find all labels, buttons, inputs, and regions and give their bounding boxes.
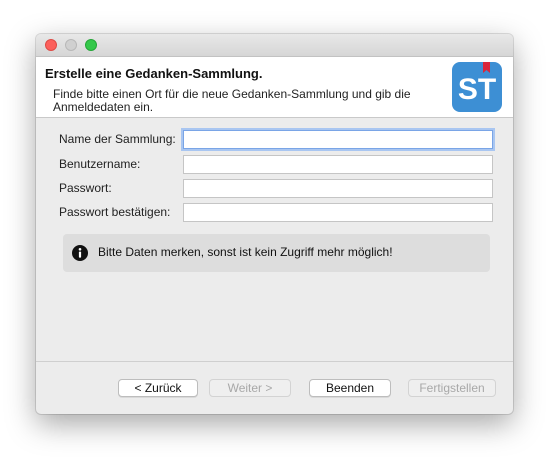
back-button[interactable]: < Zurück bbox=[118, 379, 198, 397]
cancel-button[interactable]: Beenden bbox=[309, 379, 391, 397]
form-row-collection-name: Name der Sammlung: bbox=[36, 130, 513, 150]
app-logo-icon: ST bbox=[452, 62, 502, 112]
form-row-password-confirm: Passwort bestätigen: bbox=[36, 203, 513, 223]
collection-name-input[interactable] bbox=[183, 130, 493, 149]
app-logo-text: ST bbox=[458, 73, 496, 106]
form-row-password: Passwort: bbox=[36, 179, 513, 199]
close-window-button[interactable] bbox=[45, 39, 57, 51]
password-confirm-label: Passwort bestätigen: bbox=[59, 205, 171, 219]
collection-name-label: Name der Sammlung: bbox=[59, 132, 176, 146]
password-label: Passwort: bbox=[59, 181, 112, 195]
footer-divider bbox=[36, 361, 513, 362]
password-input[interactable] bbox=[183, 179, 493, 198]
finish-button[interactable]: Fertigstellen bbox=[408, 379, 496, 397]
wizard-header: Erstelle eine Gedanken-Sammlung. Finde b… bbox=[36, 57, 513, 118]
password-confirm-input[interactable] bbox=[183, 203, 493, 222]
wizard-window: Erstelle eine Gedanken-Sammlung. Finde b… bbox=[36, 34, 513, 414]
username-input[interactable] bbox=[183, 155, 493, 174]
info-icon bbox=[72, 245, 88, 261]
minimize-window-button[interactable] bbox=[65, 39, 77, 51]
zoom-window-button[interactable] bbox=[85, 39, 97, 51]
page-description: Finde bitte einen Ort für die neue Gedan… bbox=[53, 87, 411, 114]
info-message-text: Bitte Daten merken, sonst ist kein Zugri… bbox=[98, 245, 393, 259]
title-bar bbox=[36, 34, 513, 57]
next-button[interactable]: Weiter > bbox=[209, 379, 291, 397]
form-row-username: Benutzername: bbox=[36, 155, 513, 175]
info-message-box: Bitte Daten merken, sonst ist kein Zugri… bbox=[63, 234, 490, 272]
username-label: Benutzername: bbox=[59, 157, 141, 171]
page-title: Erstelle eine Gedanken-Sammlung. bbox=[45, 66, 263, 81]
